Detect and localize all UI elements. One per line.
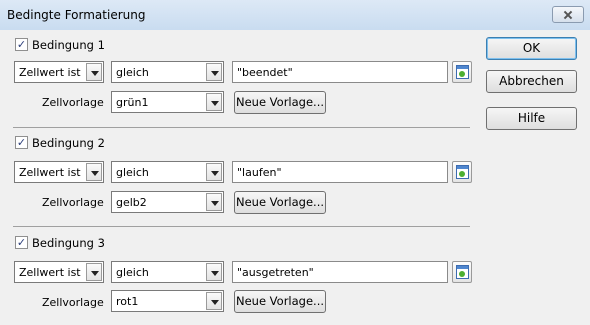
condition-1-value-input[interactable]: "beendet" bbox=[232, 61, 448, 83]
condition-2-toggle[interactable]: ✓ Bedingung 2 bbox=[15, 135, 115, 151]
condition-2-checkbox[interactable]: ✓ bbox=[15, 136, 28, 149]
condition-2-style-label: Zellvorlage bbox=[42, 196, 104, 209]
ok-button[interactable]: OK bbox=[486, 37, 577, 60]
close-button[interactable] bbox=[552, 6, 584, 23]
chevron-down-icon[interactable] bbox=[206, 63, 222, 81]
chevron-down-icon[interactable] bbox=[206, 263, 222, 281]
condition-1-operator-select[interactable]: gleich bbox=[111, 61, 224, 83]
condition-1-type-value: Zellwert ist bbox=[19, 66, 81, 79]
condition-1-toggle[interactable]: ✓ Bedingung 1 bbox=[15, 37, 115, 53]
help-button[interactable]: Hilfe bbox=[486, 107, 577, 130]
dialog-title: Bedingte Formatierung bbox=[7, 8, 146, 22]
cancel-button[interactable]: Abbrechen bbox=[486, 70, 577, 93]
condition-3-toggle[interactable]: ✓ Bedingung 3 bbox=[15, 235, 115, 251]
condition-1-new-style-button[interactable]: Neue Vorlage... bbox=[234, 91, 326, 114]
condition-3-value-text: "ausgetreten" bbox=[237, 266, 314, 279]
separator bbox=[13, 127, 470, 128]
condition-2-value-text: "laufen" bbox=[237, 166, 282, 179]
chevron-down-icon[interactable] bbox=[206, 193, 222, 211]
condition-1-value-text: "beendet" bbox=[237, 66, 293, 79]
condition-3-style-value: rot1 bbox=[116, 295, 139, 308]
chevron-down-icon[interactable] bbox=[86, 63, 102, 81]
condition-3-new-style-button[interactable]: Neue Vorlage... bbox=[234, 290, 326, 313]
condition-3-type-value: Zellwert ist bbox=[19, 266, 81, 279]
condition-1-operator-value: gleich bbox=[116, 66, 149, 79]
condition-1-type-select[interactable]: Zellwert ist bbox=[14, 61, 104, 83]
condition-2-style-select[interactable]: gelb2 bbox=[111, 191, 224, 213]
chevron-down-icon[interactable] bbox=[206, 163, 222, 181]
condition-1-style-select[interactable]: grün1 bbox=[111, 91, 224, 113]
title-bar: Bedingte Formatierung bbox=[0, 0, 590, 30]
condition-1-shrink-button[interactable] bbox=[452, 61, 472, 83]
condition-3-type-select[interactable]: Zellwert ist bbox=[14, 261, 104, 283]
condition-2-label: Bedingung 2 bbox=[32, 136, 105, 150]
condition-2-value-input[interactable]: "laufen" bbox=[232, 161, 448, 183]
condition-2-operator-select[interactable]: gleich bbox=[111, 161, 224, 183]
condition-1-label: Bedingung 1 bbox=[32, 38, 105, 52]
condition-2-style-value: gelb2 bbox=[116, 196, 147, 209]
condition-3-shrink-button[interactable] bbox=[452, 261, 472, 283]
condition-3-style-select[interactable]: rot1 bbox=[111, 290, 224, 312]
condition-3-checkbox[interactable]: ✓ bbox=[15, 236, 28, 249]
condition-2-shrink-button[interactable] bbox=[452, 161, 472, 183]
condition-1-style-label: Zellvorlage bbox=[42, 96, 104, 109]
condition-3-operator-value: gleich bbox=[116, 266, 149, 279]
condition-2-type-select[interactable]: Zellwert ist bbox=[14, 161, 104, 183]
condition-2-new-style-button[interactable]: Neue Vorlage... bbox=[234, 191, 326, 214]
chevron-down-icon[interactable] bbox=[206, 93, 222, 111]
condition-3-operator-select[interactable]: gleich bbox=[111, 261, 224, 283]
chevron-down-icon[interactable] bbox=[86, 163, 102, 181]
condition-1-checkbox[interactable]: ✓ bbox=[15, 38, 28, 51]
condition-1-style-value: grün1 bbox=[116, 96, 149, 109]
chevron-down-icon[interactable] bbox=[86, 263, 102, 281]
condition-2-operator-value: gleich bbox=[116, 166, 149, 179]
condition-3-value-input[interactable]: "ausgetreten" bbox=[232, 261, 448, 283]
shrink-range-icon bbox=[456, 265, 469, 279]
dialog-window: Bedingte Formatierung ✓ Bedingung 1 Zell… bbox=[0, 0, 590, 325]
separator bbox=[13, 226, 470, 227]
chevron-down-icon[interactable] bbox=[206, 292, 222, 310]
shrink-range-icon bbox=[456, 65, 469, 79]
condition-2-type-value: Zellwert ist bbox=[19, 166, 81, 179]
condition-3-style-label: Zellvorlage bbox=[42, 296, 104, 309]
shrink-range-icon bbox=[456, 165, 469, 179]
condition-3-label: Bedingung 3 bbox=[32, 236, 105, 250]
